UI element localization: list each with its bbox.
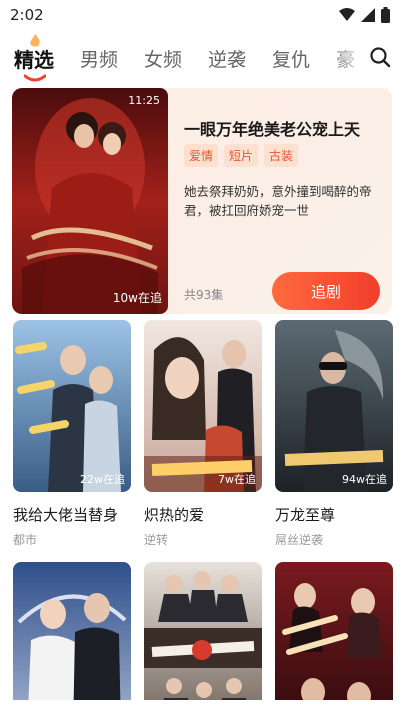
- drama-cover[interactable]: 22w在追: [13, 320, 131, 492]
- drama-card[interactable]: [13, 562, 131, 720]
- category-tabs: 精选 男频 女频 逆袭 复仇 豪: [0, 34, 404, 82]
- cover-image: [13, 562, 131, 720]
- episode-count: 共93集: [184, 288, 224, 302]
- tab-label: 男频: [80, 48, 119, 71]
- bottom-nav-bar: [0, 700, 404, 720]
- wifi-icon: [339, 8, 355, 21]
- signal-icon: [361, 8, 375, 22]
- featured-title[interactable]: 一眼万年绝美老公宠上天: [184, 116, 360, 140]
- featured-views: 10w在追: [112, 291, 162, 305]
- drama-card[interactable]: 22w在追 我给大佬当替身 都市: [13, 320, 131, 548]
- status-time: 2:02: [10, 6, 44, 24]
- tab-revenge[interactable]: 复仇: [272, 45, 310, 72]
- tab-label: 逆袭: [208, 48, 247, 71]
- tab-label: 女频: [144, 48, 183, 71]
- drama-cover[interactable]: 7w在追: [144, 320, 262, 492]
- flame-icon: [30, 34, 40, 46]
- tag-badge[interactable]: 爱情: [184, 144, 219, 167]
- battery-icon: [381, 7, 390, 23]
- tab-comeback[interactable]: 逆袭: [208, 45, 246, 72]
- drama-title[interactable]: 我给大佬当替身: [13, 504, 131, 525]
- tag-badge[interactable]: 古装: [264, 144, 299, 167]
- tab-label: 复仇: [272, 48, 311, 71]
- follow-button[interactable]: 追剧: [272, 272, 380, 310]
- featured-tags: 爱情 短片 古装: [184, 144, 299, 167]
- cover-image: [13, 320, 131, 492]
- drama-card[interactable]: [275, 562, 393, 720]
- cover-image: [275, 320, 393, 492]
- cover-image: [144, 562, 262, 720]
- tag-badge[interactable]: 短片: [224, 144, 259, 167]
- drama-cover[interactable]: 94w在追: [275, 320, 393, 492]
- featured-card[interactable]: 11:25 10w在追 一眼万年绝美老公宠上天 爱情 短片 古装 她去祭拜奶奶，…: [12, 88, 392, 314]
- featured-duration: 11:25: [128, 94, 160, 107]
- cover-image: [275, 562, 393, 720]
- follower-count: 22w在追: [80, 473, 125, 486]
- drama-card[interactable]: [144, 562, 262, 720]
- drama-genre: 都市: [13, 533, 38, 547]
- follower-count: 94w在追: [342, 473, 387, 486]
- status-bar: 2:02: [0, 0, 404, 30]
- drama-card[interactable]: 94w在追 万龙至尊 屌丝逆袭: [275, 320, 393, 548]
- poster-image: [12, 88, 168, 314]
- drama-card[interactable]: 7w在追 炽热的爱 逆转: [144, 320, 262, 548]
- cover-image: [144, 320, 262, 492]
- drama-genre: 逆转: [144, 533, 169, 547]
- drama-title[interactable]: 炽热的爱: [144, 504, 262, 525]
- drama-genre: 屌丝逆袭: [275, 533, 324, 547]
- featured-poster[interactable]: 11:25 10w在追: [12, 88, 168, 314]
- drama-title[interactable]: 万龙至尊: [275, 504, 393, 525]
- drama-cover[interactable]: [13, 562, 131, 720]
- tab-label: 精选: [14, 47, 54, 72]
- system-icons: [339, 7, 390, 23]
- search-icon[interactable]: [368, 45, 392, 69]
- featured-description: 她去祭拜奶奶，意外撞到喝醉的帝君，被扛回府娇宠一世: [184, 184, 372, 218]
- tab-featured[interactable]: 精选: [14, 34, 54, 81]
- active-tab-indicator: [24, 74, 46, 81]
- tab-female[interactable]: 女频: [144, 45, 182, 72]
- tab-male[interactable]: 男频: [80, 45, 118, 72]
- follower-count: 7w在追: [218, 473, 256, 486]
- drama-cover[interactable]: [275, 562, 393, 720]
- tabs-fade: [330, 34, 370, 82]
- drama-cover[interactable]: [144, 562, 262, 720]
